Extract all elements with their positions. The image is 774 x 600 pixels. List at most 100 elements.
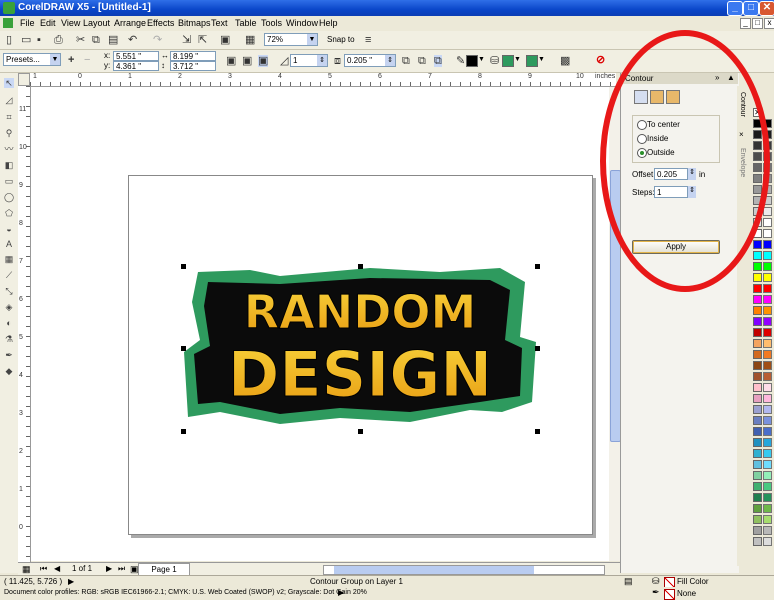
palette-swatch[interactable] (763, 526, 772, 535)
transparency-tool-icon[interactable]: ◐ (4, 318, 14, 328)
outline-color-swatch[interactable] (466, 55, 478, 67)
open-icon[interactable]: ▭ (21, 34, 31, 46)
palette-swatch[interactable] (763, 372, 772, 381)
minimize-button[interactable]: _ (727, 1, 743, 16)
eyedropper-tool-icon[interactable]: ⚗ (4, 334, 14, 344)
menu-help[interactable]: Help (319, 18, 338, 28)
ruler-origin[interactable] (18, 73, 30, 86)
selection-handle-left[interactable] (181, 346, 186, 351)
palette-swatch[interactable] (763, 317, 772, 326)
palette-swatch[interactable] (763, 262, 772, 271)
first-page-icon[interactable]: ⏮ (40, 564, 47, 574)
welcome-screen-icon[interactable]: ▦ (245, 34, 255, 46)
contour-to-center-icon[interactable]: ▣ (226, 55, 236, 67)
palette-swatch[interactable] (763, 482, 772, 491)
snap-to-button[interactable]: Snap to (327, 35, 355, 44)
palette-swatch[interactable] (763, 383, 772, 392)
width-field[interactable]: 8.199 " (170, 51, 216, 61)
print-icon[interactable]: ⎙ (54, 34, 63, 46)
undo-icon[interactable]: ↶ (128, 34, 137, 46)
palette-swatch[interactable] (763, 218, 772, 227)
palette-swatch[interactable] (753, 262, 762, 271)
palette-swatch[interactable] (763, 251, 772, 260)
palette-swatch[interactable] (763, 504, 772, 513)
fill-end-color-swatch[interactable] (526, 55, 538, 67)
copy-contour-icon[interactable]: ▩ (560, 55, 570, 67)
doc-close-button[interactable]: x (764, 18, 774, 29)
palette-swatch[interactable] (753, 361, 762, 370)
palette-swatch[interactable] (753, 284, 762, 293)
palette-swatch[interactable] (753, 350, 762, 359)
palette-swatch[interactable] (753, 482, 762, 491)
menu-table[interactable]: Table (235, 18, 257, 28)
contour-artwork[interactable]: RANDOM DESIGN (180, 262, 542, 438)
palette-swatch[interactable] (753, 405, 762, 414)
zoom-tool-icon[interactable]: ⚲ (4, 128, 14, 138)
copy-icon[interactable]: ⧉ (92, 34, 100, 46)
outline-tool-icon[interactable]: ✒ (4, 350, 14, 360)
palette-swatch[interactable] (763, 394, 772, 403)
freehand-tool-icon[interactable]: 〰 (4, 144, 14, 154)
blend-tool-icon[interactable]: ◈ (4, 302, 14, 312)
menu-window[interactable]: Window (286, 18, 318, 28)
redo-icon[interactable]: ↷ (153, 34, 162, 46)
palette-swatch[interactable] (753, 240, 762, 249)
palette-swatch[interactable] (763, 229, 772, 238)
palette-swatch[interactable] (763, 416, 772, 425)
palette-swatch[interactable] (753, 328, 762, 337)
palette-swatch[interactable] (763, 361, 772, 370)
presets-dropdown[interactable]: Presets... ▼ (3, 53, 61, 66)
cut-icon[interactable]: ✂ (76, 34, 85, 46)
palette-swatch[interactable] (753, 460, 762, 469)
palette-swatch[interactable] (763, 493, 772, 502)
palette-swatch[interactable] (753, 383, 762, 392)
smart-fill-icon[interactable]: ◧ (4, 160, 14, 170)
new-icon[interactable]: ▯ (6, 34, 12, 46)
doc-restore-button[interactable]: □ (752, 18, 763, 29)
polygon-tool-icon[interactable]: ⬠ (4, 208, 14, 218)
palette-swatch[interactable] (763, 405, 772, 414)
paste-icon[interactable]: ▤ (108, 34, 118, 46)
chevron-down-icon[interactable]: ▼ (514, 56, 521, 63)
palette-swatch[interactable] (763, 350, 772, 359)
vertical-ruler[interactable]: 11 10 9 8 7 6 5 4 3 2 1 0 (18, 86, 31, 562)
linear-contour-color-icon[interactable]: ⧉ (402, 55, 410, 67)
clear-contour-icon[interactable]: ⊘ (596, 54, 605, 66)
next-page-icon[interactable]: ▶ (106, 564, 112, 573)
y-position-field[interactable]: 4.361 " (113, 61, 159, 71)
palette-swatch[interactable] (753, 273, 762, 282)
zoom-level-dropdown[interactable]: 72% ▼ (264, 33, 318, 46)
palette-swatch[interactable] (753, 295, 762, 304)
contour-steps-field[interactable]: 1 ⇕ (290, 54, 328, 67)
palette-swatch[interactable] (763, 295, 772, 304)
connector-tool-icon[interactable]: ⤡ (4, 286, 14, 296)
palette-swatch[interactable] (753, 438, 762, 447)
menu-file[interactable]: File (20, 18, 35, 28)
close-button[interactable]: ✕ (759, 1, 774, 16)
selection-handle-bottom-left[interactable] (181, 429, 186, 434)
menu-text[interactable]: Text (211, 18, 228, 28)
menu-view[interactable]: View (61, 18, 80, 28)
palette-swatch[interactable] (753, 471, 762, 480)
doc-minimize-button[interactable]: _ (740, 18, 751, 29)
contour-outside-icon[interactable]: ▣ (258, 55, 269, 67)
palette-swatch[interactable] (763, 284, 772, 293)
save-icon[interactable]: ▪ (37, 34, 41, 46)
last-page-icon[interactable]: ⏭ (118, 564, 125, 574)
height-field[interactable]: 3.712 " (170, 61, 216, 71)
palette-swatch[interactable] (753, 427, 762, 436)
menu-arrange[interactable]: Arrange (114, 18, 146, 28)
palette-swatch[interactable] (753, 537, 762, 546)
chevron-down-icon[interactable]: ▼ (478, 56, 485, 63)
rectangle-tool-icon[interactable]: ▭ (4, 176, 14, 186)
pick-tool-icon[interactable]: ↖ (4, 78, 14, 88)
palette-swatch[interactable] (763, 460, 772, 469)
palette-swatch[interactable] (753, 251, 762, 260)
palette-swatch[interactable] (753, 526, 762, 535)
palette-swatch[interactable] (763, 537, 772, 546)
palette-swatch[interactable] (763, 449, 772, 458)
palette-swatch[interactable] (763, 515, 772, 524)
crop-tool-icon[interactable]: ⌗ (4, 112, 14, 122)
palette-swatch[interactable] (753, 372, 762, 381)
selection-handle-top-right[interactable] (535, 264, 540, 269)
